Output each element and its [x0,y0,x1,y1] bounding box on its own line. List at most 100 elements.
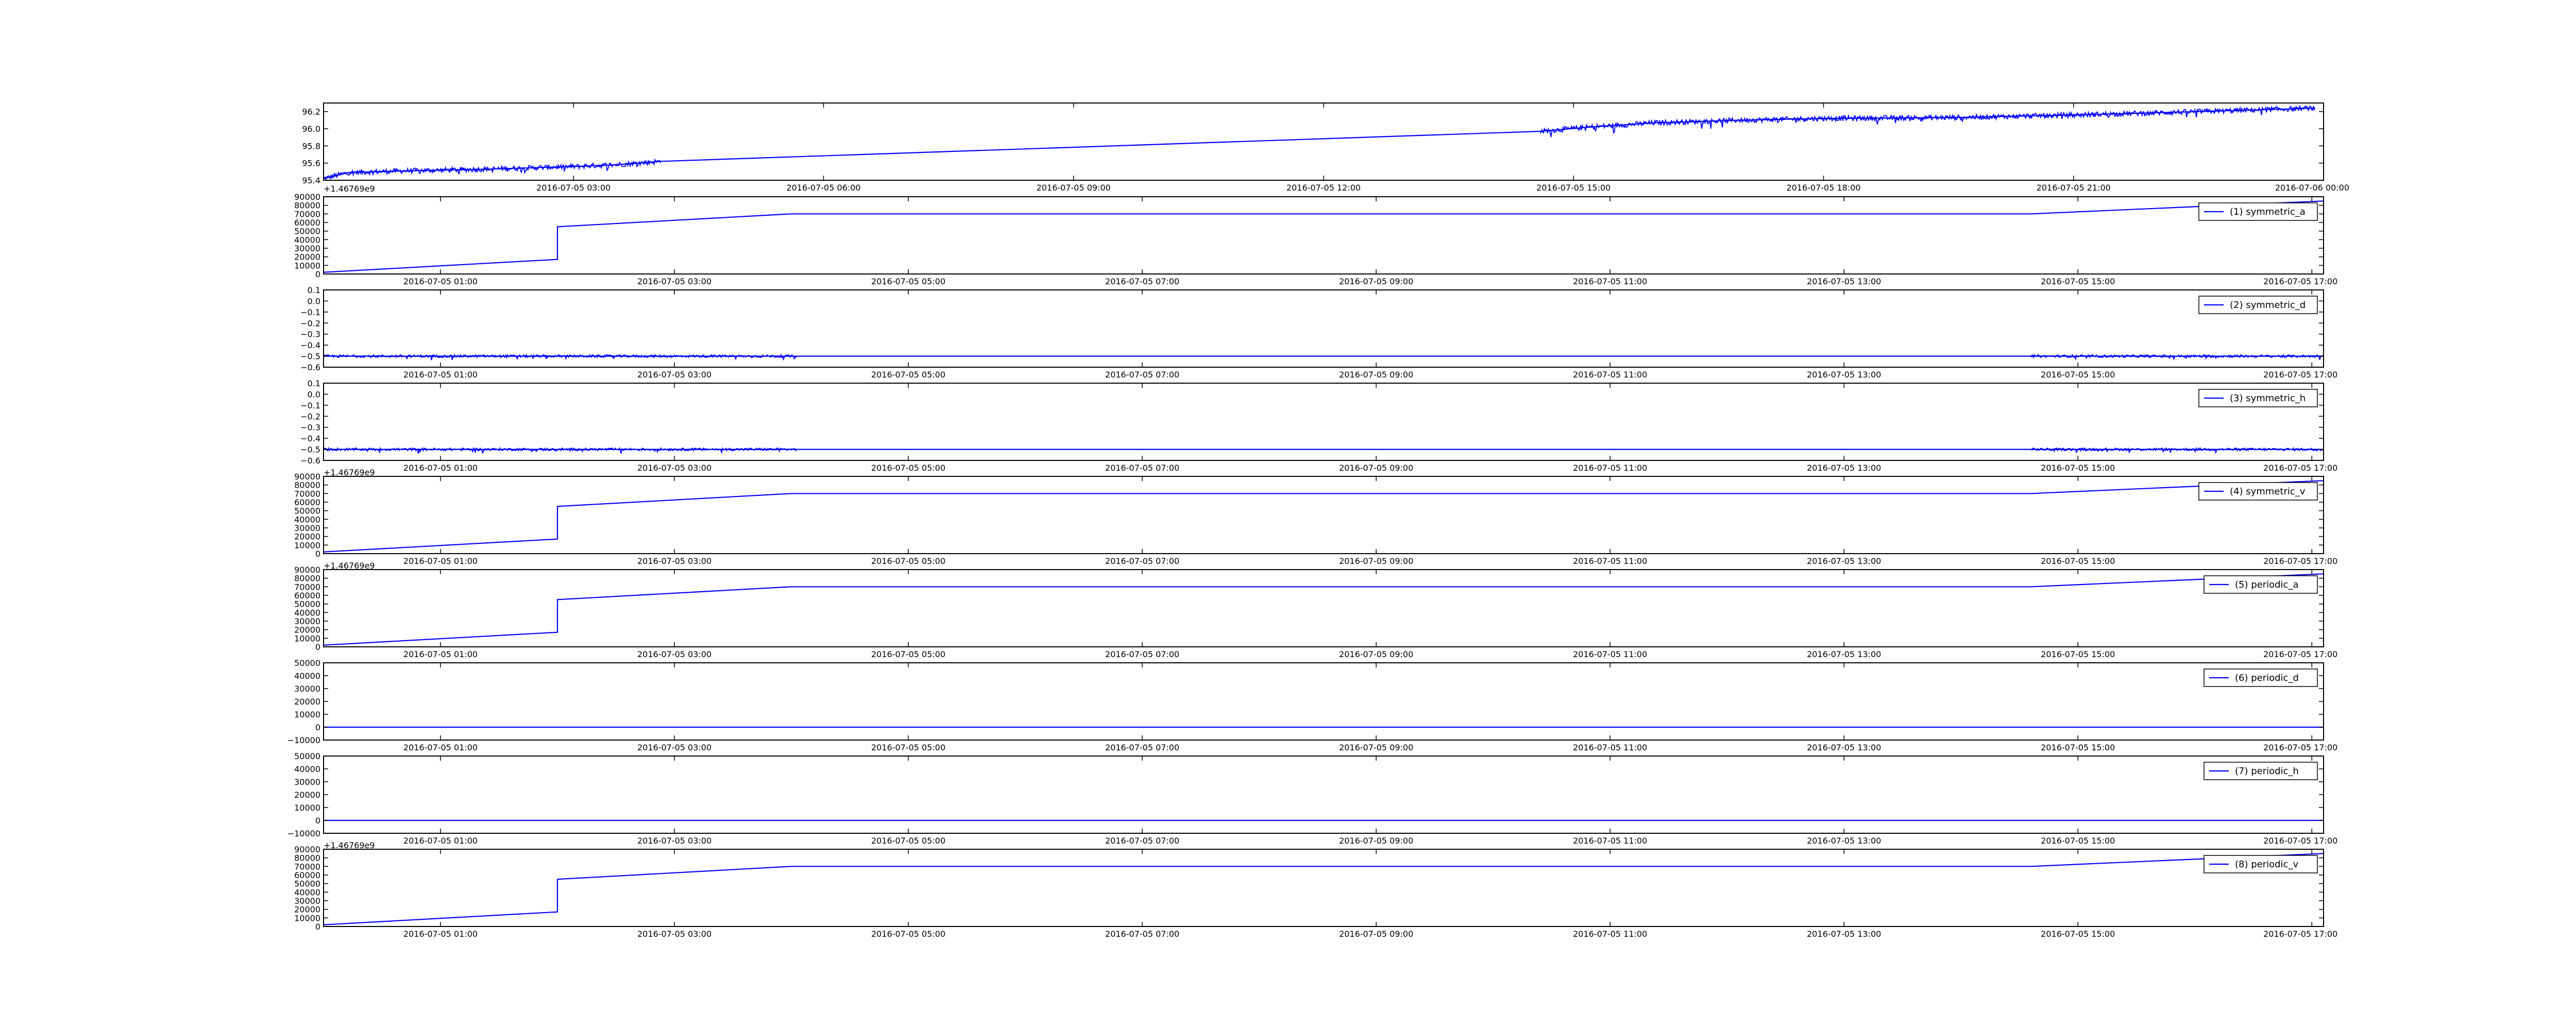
x-tick-label: 2016-07-05 03:00 [637,929,711,939]
x-tick-label: 2016-07-05 17:00 [2263,277,2337,286]
y-tick-label: 50000 [294,227,320,236]
x-tick-label: 2016-07-05 05:00 [871,836,945,846]
y-tick-label: 80000 [294,201,320,211]
y-tick-label: 20000 [294,697,320,707]
x-tick-label: 2016-07-05 03:00 [637,836,711,846]
y-tick-label: 10000 [294,633,320,643]
y-tick-label: 20000 [294,252,320,262]
y-tick-label: 40000 [294,887,320,897]
x-tick-label: 2016-07-05 11:00 [1573,556,1647,566]
legend-label: (3) symmetric_h [2230,393,2306,404]
offset-text: +1.46769e9 [324,561,375,571]
y-tick-label: 80000 [294,480,320,490]
y-tick-label: 50000 [294,506,320,516]
x-tick-label: 2016-07-05 09:00 [1339,649,1413,659]
y-tick-label: 10000 [294,913,320,923]
legend-label: (5) periodic_a [2235,579,2299,590]
y-tick-label: 70000 [294,209,320,219]
y-tick-label: 95.8 [302,141,320,151]
x-tick-label: 2016-07-05 07:00 [1105,463,1179,473]
y-tick-label: 30000 [294,244,320,253]
y-tick-label: 40000 [294,235,320,245]
x-tick-label: 2016-07-05 07:00 [1105,370,1179,380]
y-tick-label: −0.4 [300,434,320,443]
legend-label: (1) symmetric_a [2230,207,2306,217]
y-tick-label: 20000 [294,790,320,800]
y-tick-label: −0.3 [300,423,320,433]
x-tick-label: 2016-07-05 09:00 [1339,836,1413,846]
x-tick-label: 2016-07-05 09:00 [1339,929,1413,939]
y-tick-label: 96.0 [302,124,320,134]
x-tick-label: 2016-07-05 01:00 [403,463,478,473]
x-tick-label: 2016-07-05 11:00 [1573,836,1647,846]
x-tick-label: 2016-07-05 13:00 [1807,370,1881,380]
y-tick-label: 10000 [294,710,320,719]
offset-text: +1.46769e9 [324,468,375,477]
y-tick-label: −0.2 [300,318,320,328]
y-tick-label: 50000 [294,599,320,609]
y-tick-label: 90000 [294,565,320,575]
y-tick-label: 0 [315,642,320,652]
y-tick-label: 0 [315,816,320,826]
x-tick-label: 2016-07-05 17:00 [2263,929,2337,939]
y-tick-label: 40000 [294,608,320,617]
y-tick-label: 80000 [294,574,320,583]
x-tick-label: 2016-07-05 17:00 [2263,370,2337,380]
y-tick-label: 60000 [294,870,320,880]
x-tick-label: 2016-07-05 15:00 [1536,183,1611,193]
y-tick-label: 96.2 [302,107,320,117]
y-tick-label: 90000 [294,845,320,854]
x-tick-label: 2016-07-05 15:00 [2041,463,2115,473]
x-tick-label: 2016-07-05 09:00 [1339,463,1413,473]
x-tick-label: 2016-07-05 09:00 [1339,556,1413,566]
x-tick-label: 2016-07-05 01:00 [403,277,478,286]
y-tick-label: −0.6 [300,456,320,466]
y-tick-label: 30000 [294,777,320,787]
x-tick-label: 2016-07-05 03:00 [637,370,711,380]
x-tick-label: 2016-07-06 00:00 [2275,183,2349,193]
x-tick-label: 2016-07-05 15:00 [2041,370,2115,380]
figure-background [0,0,2576,1030]
y-tick-label: −0.4 [300,340,320,350]
x-tick-label: 2016-07-05 09:00 [1339,277,1413,286]
x-tick-label: 2016-07-05 11:00 [1573,743,1647,752]
y-tick-label: 40000 [294,514,320,524]
x-tick-label: 2016-07-05 21:00 [2037,183,2111,193]
y-tick-label: 30000 [294,523,320,533]
y-tick-label: 0.0 [308,296,320,306]
y-tick-label: 60000 [294,497,320,507]
y-tick-label: −0.1 [300,401,320,410]
y-tick-label: 95.6 [302,159,320,168]
legend-label: (7) periodic_h [2235,766,2299,777]
x-tick-label: 2016-07-05 15:00 [2041,929,2115,939]
x-tick-label: 2016-07-05 13:00 [1807,929,1881,939]
legend-label: (4) symmetric_v [2230,486,2306,497]
y-tick-label: 0.1 [308,285,320,295]
y-tick-label: 0 [315,922,320,932]
y-tick-label: 20000 [294,625,320,635]
x-tick-label: 2016-07-05 03:00 [637,743,711,752]
y-tick-label: −0.5 [300,445,320,455]
y-tick-label: 70000 [294,489,320,499]
y-tick-label: 95.4 [302,176,320,185]
x-tick-label: 2016-07-05 03:00 [536,183,611,193]
x-tick-label: 2016-07-05 15:00 [2041,556,2115,566]
x-tick-label: 2016-07-05 17:00 [2263,836,2337,846]
y-tick-label: 20000 [294,905,320,915]
x-tick-label: 2016-07-05 07:00 [1105,556,1179,566]
y-tick-label: 90000 [294,472,320,482]
x-tick-label: 2016-07-05 13:00 [1807,649,1881,659]
y-tick-label: 20000 [294,532,320,542]
x-tick-label: 2016-07-05 03:00 [637,556,711,566]
y-tick-label: 0 [315,549,320,559]
y-tick-label: 30000 [294,684,320,694]
y-tick-label: 0.0 [308,389,320,399]
y-tick-label: 50000 [294,751,320,761]
y-tick-label: 40000 [294,671,320,681]
y-tick-label: 70000 [294,862,320,871]
x-tick-label: 2016-07-05 11:00 [1573,463,1647,473]
y-tick-label: 60000 [294,591,320,600]
legend-label: (8) periodic_v [2235,859,2298,870]
x-tick-label: 2016-07-05 05:00 [871,277,945,286]
x-tick-label: 2016-07-05 03:00 [637,463,711,473]
